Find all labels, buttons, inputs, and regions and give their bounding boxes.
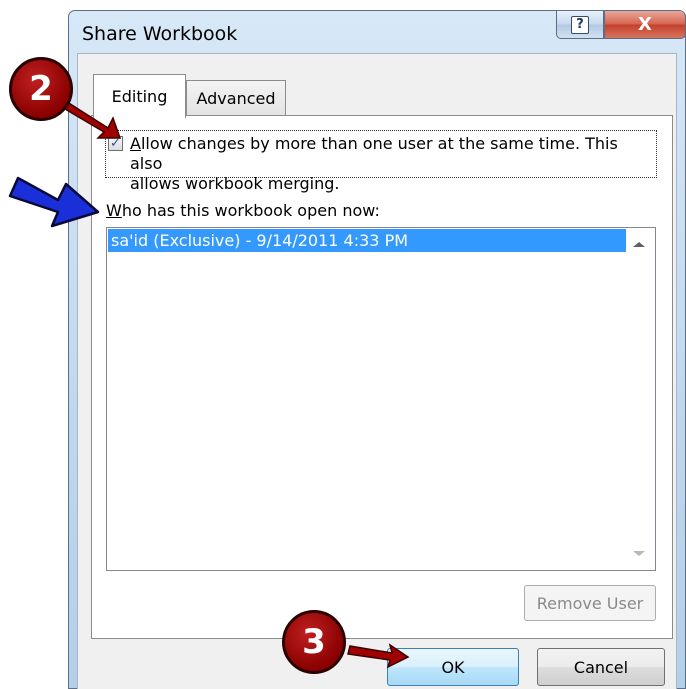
editing-tab-panel: ✓ Allow changes by more than one user at… bbox=[91, 115, 673, 639]
scroll-up-arrow-icon[interactable] bbox=[633, 242, 645, 247]
allow-changes-checkbox[interactable]: ✓ bbox=[108, 136, 123, 151]
close-button[interactable]: X bbox=[604, 11, 686, 39]
tab-editing[interactable]: Editing bbox=[93, 74, 186, 118]
allow-changes-label-line1: Allow changes by more than one user at t… bbox=[130, 134, 618, 173]
allow-changes-label: Allow changes by more than one user at t… bbox=[130, 134, 655, 194]
tab-advanced-label: Advanced bbox=[196, 89, 276, 108]
tab-advanced[interactable]: Advanced bbox=[186, 80, 286, 116]
dialog-title: Share Workbook bbox=[82, 23, 238, 45]
allow-changes-option[interactable]: ✓ Allow changes by more than one user at… bbox=[105, 130, 657, 193]
help-button[interactable]: ? bbox=[556, 11, 604, 39]
scroll-down-arrow-icon[interactable] bbox=[633, 551, 645, 556]
dialog-client-area: Editing Advanced ✓ Allow changes by more… bbox=[77, 53, 677, 689]
remove-user-button[interactable]: Remove User bbox=[524, 585, 656, 621]
who-has-open-label: Who has this workbook open now: bbox=[106, 201, 380, 220]
screenshot-stage: Share Workbook ? X Editing Advanced ✓ Al… bbox=[0, 0, 686, 689]
share-workbook-dialog: Share Workbook ? X Editing Advanced ✓ Al… bbox=[68, 10, 686, 689]
list-item[interactable]: sa'id (Exclusive) - 9/14/2011 4:33 PM bbox=[108, 229, 626, 252]
open-users-listbox[interactable]: sa'id (Exclusive) - 9/14/2011 4:33 PM bbox=[106, 227, 656, 571]
cancel-button[interactable]: Cancel bbox=[537, 648, 665, 686]
callout-badge-3: 3 bbox=[282, 610, 346, 674]
tab-editing-label: Editing bbox=[111, 87, 168, 106]
close-icon: X bbox=[638, 14, 652, 35]
allow-changes-label-line2: allows workbook merging. bbox=[130, 174, 340, 193]
callout-badge-2: 2 bbox=[9, 57, 73, 121]
help-icon: ? bbox=[571, 15, 589, 34]
checkmark-icon: ✓ bbox=[110, 136, 121, 151]
ok-button[interactable]: OK bbox=[387, 648, 519, 686]
